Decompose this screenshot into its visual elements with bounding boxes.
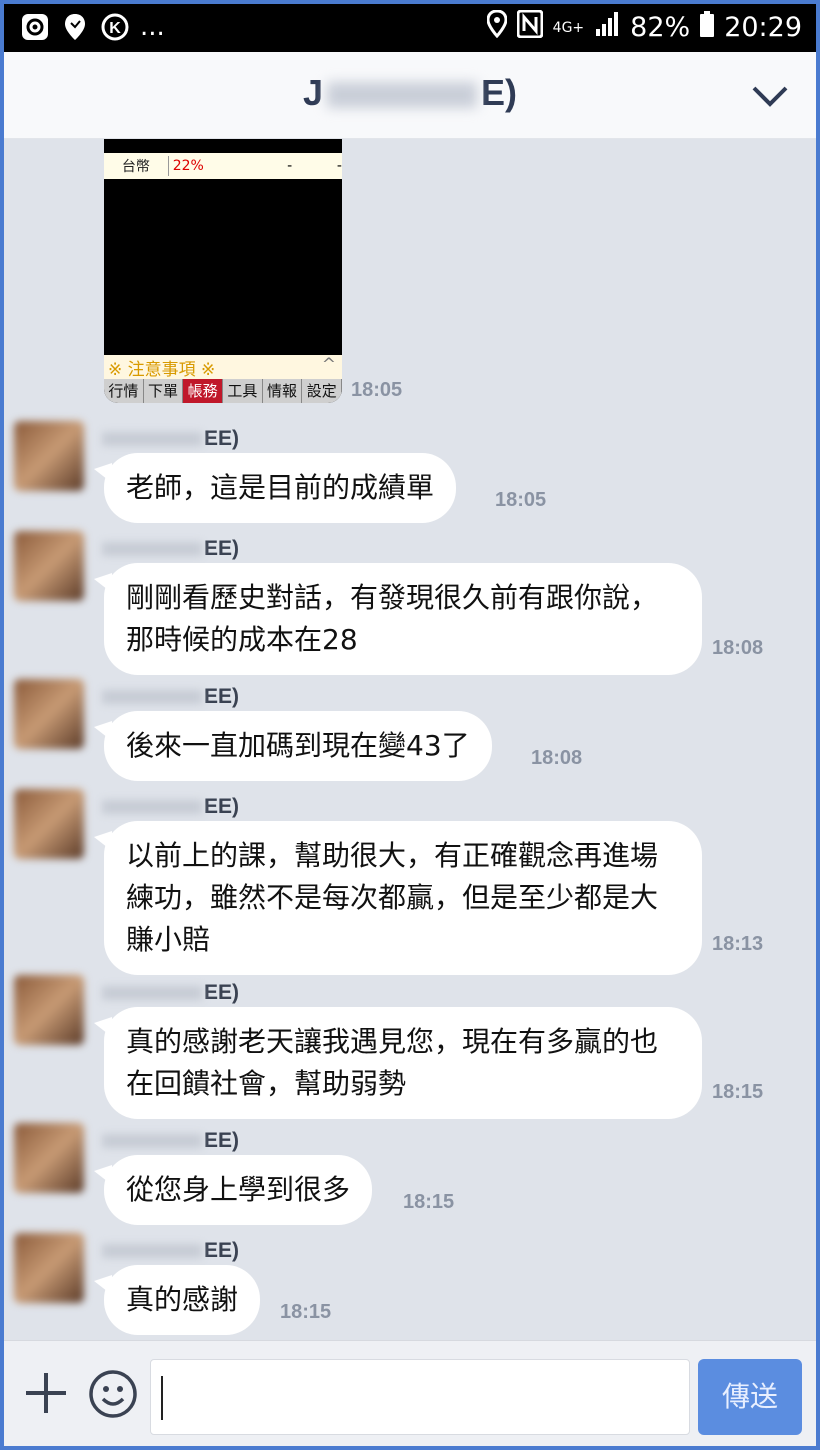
title-start: J [302, 72, 324, 113]
message-bubble[interactable]: 老師，這是目前的成績單 [93, 453, 457, 523]
send-button[interactable]: 傳送 [698, 1359, 802, 1435]
message-bubble[interactable]: 後來一直加碼到現在變43了 [94, 711, 492, 781]
image-tab: 下單 [144, 379, 184, 403]
text-caret [161, 1376, 163, 1420]
avatar[interactable] [14, 531, 84, 601]
avatar[interactable] [14, 421, 84, 491]
currency-label: 台幣 [104, 156, 169, 176]
image-tab-active: 帳務 [183, 379, 224, 403]
message-time: 18:15 [403, 1191, 455, 1213]
input-bar: 傳送 [4, 1340, 816, 1446]
avatar[interactable] [14, 975, 84, 1045]
image-message[interactable]: 台幣 22% - - ※ 注意事項 ※ ^ 行情 下單 帳務 工具 情報 設定 [104, 139, 342, 403]
message-time: 18:08 [712, 637, 764, 659]
sender-name: EE) [102, 981, 239, 1005]
signal-icon [594, 11, 620, 44]
status-ellipsis: ... [140, 12, 165, 42]
image-tab: 工具 [223, 379, 263, 403]
emoji-icon[interactable] [88, 1369, 138, 1419]
dash-1: - [287, 158, 293, 174]
battery-percent: 82% [630, 12, 691, 43]
at-icon [20, 12, 50, 42]
message-bubble[interactable]: 以前上的課，幫助很大，有正確觀念再進場練功，雖然不是每次都贏，但是至少都是大賺小… [94, 821, 702, 975]
message-bubble[interactable]: 剛剛看歷史對話，有發現很久前有跟你說，那時候的成本在28 [94, 563, 702, 675]
image-tab: 設定 [302, 379, 342, 403]
dash-2: - [336, 158, 342, 174]
message-bubble[interactable]: 從您身上學到很多 [93, 1155, 373, 1225]
message-time: 18:15 [280, 1301, 332, 1323]
sender-name: EE) [102, 685, 239, 709]
currency-value: 22% [172, 158, 204, 174]
image-notice: ※ 注意事項 ※ ^ [104, 355, 342, 380]
title-end: E) [481, 72, 518, 113]
message-text: 後來一直加碼到現在變43了 [126, 729, 470, 762]
sender-name: EE) [102, 1239, 239, 1263]
message-bubble[interactable]: 真的感謝老天讓我遇見您，現在有多贏的也在回饋社會，幫助弱勢 [94, 1007, 702, 1119]
message-text: 以前上的課，幫助很大，有正確觀念再進場練功，雖然不是每次都贏，但是至少都是大賺小… [126, 839, 659, 956]
avatar[interactable] [14, 1233, 84, 1303]
image-tabs: 行情 下單 帳務 工具 情報 設定 [104, 379, 342, 403]
chat-screen: K ... 4G+ 82% 20:29 J E) 台幣 22% - - ※ 注意… [4, 4, 816, 1446]
message-time: 18:13 [712, 933, 764, 955]
nfc-icon [516, 9, 544, 45]
image-currency-row: 台幣 22% - - [104, 153, 342, 179]
sender-name: EE) [102, 1129, 239, 1153]
message-time: 18:05 [351, 379, 403, 401]
chat-title[interactable]: J E) [4, 72, 816, 114]
message-bubble[interactable]: 真的感謝 [93, 1265, 261, 1335]
svg-text:K: K [109, 20, 121, 37]
chevron-down-icon[interactable] [750, 76, 790, 116]
sender-name: EE) [102, 537, 239, 561]
image-tab: 行情 [104, 379, 144, 403]
sender-name: EE) [102, 795, 239, 819]
message-time: 18:08 [531, 747, 583, 769]
message-text: 真的感謝老天讓我遇見您，現在有多贏的也在回饋社會，幫助弱勢 [126, 1025, 659, 1100]
avatar[interactable] [14, 1123, 84, 1193]
location-icon [60, 12, 90, 42]
message-text: 剛剛看歷史對話，有發現很久前有跟你說，那時候的成本在28 [126, 581, 659, 656]
k-icon: K [100, 12, 130, 42]
notice-text: ※ 注意事項 ※ [108, 360, 216, 380]
avatar[interactable] [14, 789, 84, 859]
clock: 20:29 [724, 12, 802, 43]
message-text: 老師，這是目前的成績單 [126, 471, 435, 504]
message-input[interactable] [150, 1359, 690, 1435]
image-tab: 情報 [263, 379, 303, 403]
caret-up-icon: ^ [321, 355, 336, 375]
network-type: 4G+ [552, 19, 585, 36]
message-time: 18:05 [495, 489, 547, 511]
message-text: 從您身上學到很多 [126, 1173, 351, 1206]
location-status-icon [486, 9, 508, 45]
message-text: 真的感謝 [126, 1283, 239, 1316]
message-list[interactable]: 台幣 22% - - ※ 注意事項 ※ ^ 行情 下單 帳務 工具 情報 設定 … [4, 139, 816, 1339]
plus-icon[interactable] [24, 1371, 68, 1415]
message-time: 18:15 [712, 1081, 764, 1103]
avatar[interactable] [14, 679, 84, 749]
blurred-name [327, 82, 478, 109]
sender-name: EE) [102, 427, 239, 451]
status-bar: K ... 4G+ 82% 20:29 [4, 4, 816, 52]
chat-header: J E) [4, 52, 816, 139]
battery-icon [700, 11, 715, 44]
